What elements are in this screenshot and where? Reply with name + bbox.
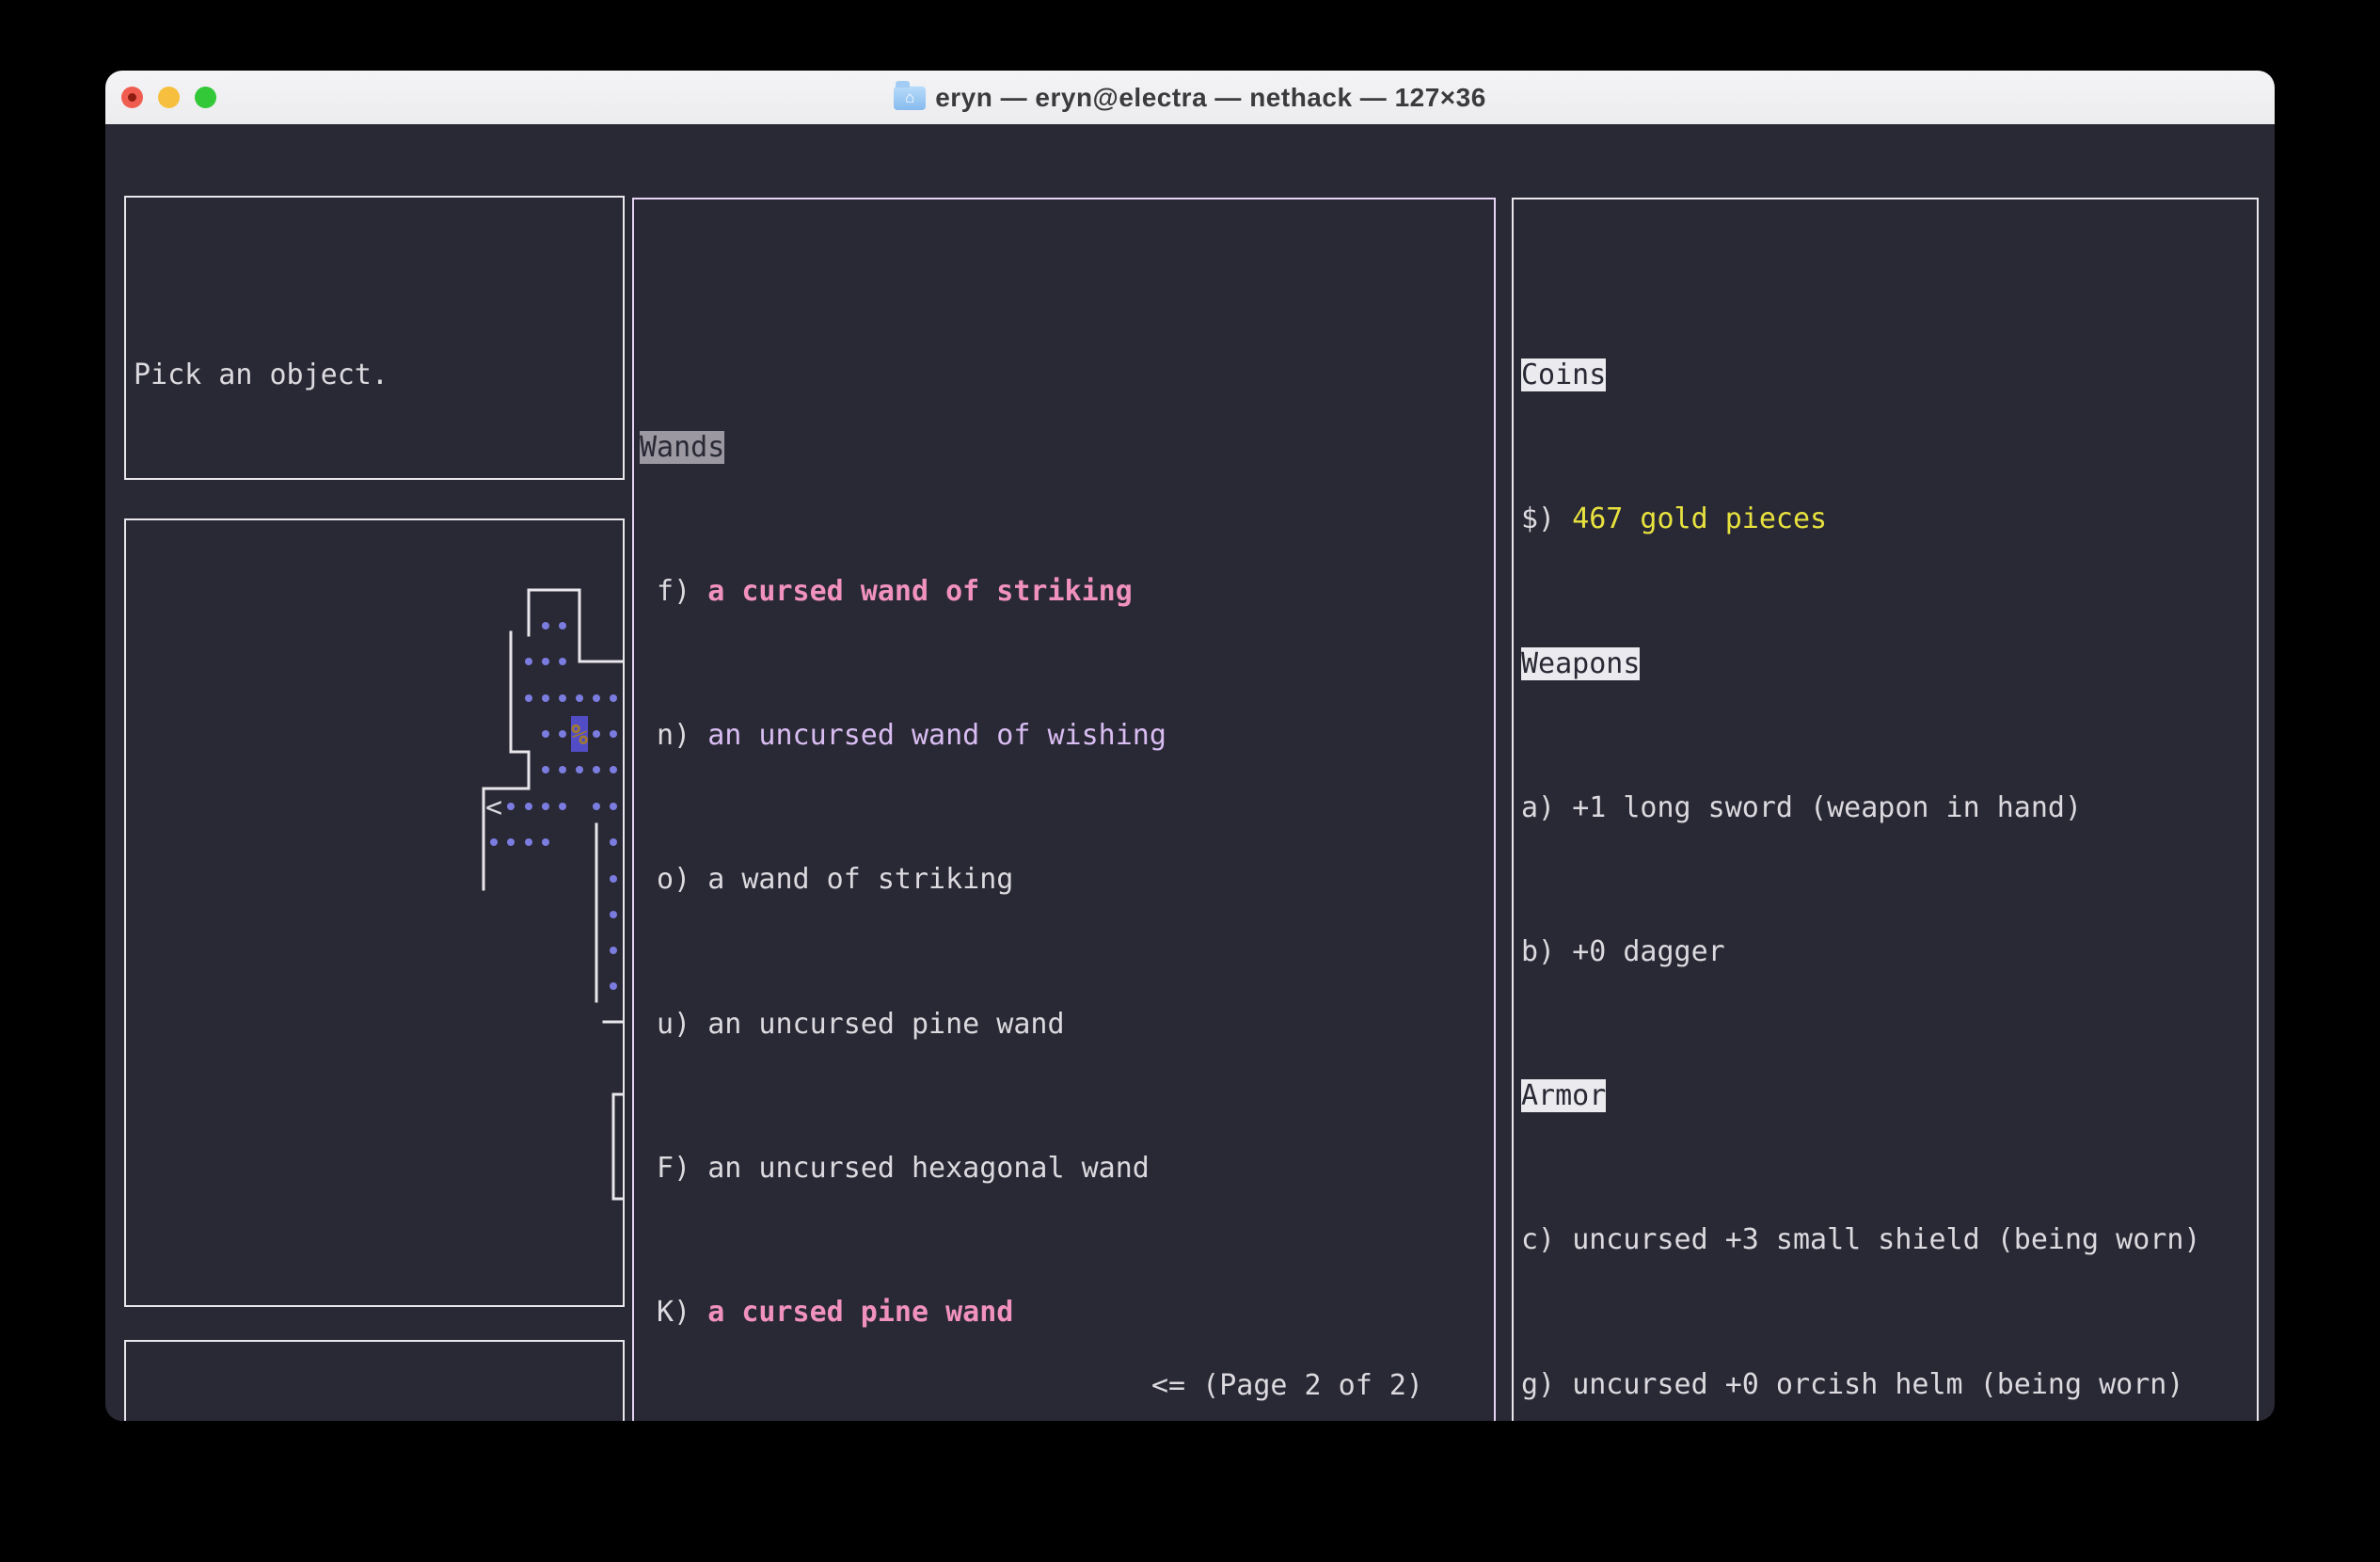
inventory-menu-row[interactable]: Wands — [640, 430, 1494, 466]
dungeon-map: %< — [124, 518, 625, 1307]
window-titlebar[interactable]: eryn — eryn@electra — nethack — 127×36 — [105, 71, 2275, 125]
close-button[interactable] — [121, 87, 143, 108]
item-text: a cursed wand of striking — [707, 575, 1133, 608]
inventory-panel-row[interactable]: g) uncursed +0 orcish helm (being worn) — [1521, 1367, 2257, 1403]
terminal-screen[interactable]: Pick an object. h a humanoid (peaceful P… — [105, 124, 2275, 1421]
inventory-panel-row[interactable]: Coins — [1521, 358, 2257, 393]
item-letter: u) — [640, 1008, 707, 1041]
item-text: 467 gold pieces — [1572, 502, 1827, 535]
inventory-menu-row[interactable]: n) an uncursed wand of wishing — [640, 718, 1494, 754]
inventory-menu-row[interactable]: K) a cursed pine wand — [640, 1295, 1494, 1331]
status-window: [Eryn the Fighter Dlvl:9$:467HP:40(56)Pw… — [124, 1340, 625, 1421]
item-text: uncursed +3 small shield (being worn) — [1572, 1223, 2200, 1256]
stairs-up-glyph: < — [485, 791, 502, 824]
item-text: a wand of striking — [707, 863, 1013, 896]
item-text: Armor — [1521, 1079, 1606, 1112]
inventory-panel-row[interactable]: b) +0 dagger — [1521, 934, 2257, 970]
window-title: eryn — eryn@electra — nethack — 127×36 — [935, 83, 1486, 113]
zoom-button[interactable] — [195, 87, 216, 108]
minimize-button[interactable] — [158, 87, 180, 108]
item-text: +0 dagger — [1572, 935, 1725, 968]
inventory-menu-row[interactable]: o) a wand of striking — [640, 862, 1494, 898]
inventory-panel-row[interactable]: Weapons — [1521, 646, 2257, 682]
item-text: Coins — [1521, 359, 1606, 391]
item-text: a cursed pine wand — [707, 1296, 1013, 1329]
traffic-lights — [121, 71, 216, 124]
item-letter: K) — [640, 1296, 707, 1329]
inventory-menu-row[interactable]: u) an uncursed pine wand — [640, 1007, 1494, 1043]
item-text: Weapons — [1521, 647, 1640, 680]
item-letter: f) — [640, 575, 707, 608]
item-text: an uncursed wand of wishing — [707, 719, 1166, 752]
folder-icon — [894, 86, 926, 110]
item-letter: n) — [640, 719, 707, 752]
inventory-menu-rows: Wands f) a cursed wand of striking n) an… — [640, 286, 1494, 1421]
menu-page-indicator: <= (Page 2 of 2) — [1151, 1368, 1423, 1404]
message-window: Pick an object. h a humanoid (peaceful P… — [124, 196, 625, 480]
item-letter: $) — [1521, 502, 1572, 535]
inventory-panel-row[interactable]: c) uncursed +3 small shield (being worn) — [1521, 1222, 2257, 1258]
item-letter: g) — [1521, 1368, 1572, 1401]
inventory-menu: Wands f) a cursed wand of striking n) an… — [632, 198, 1496, 1421]
message-line: Pick an object. — [134, 358, 623, 393]
inventory-panel: Coins $) 467 gold pieces Weapons a) +1 l… — [1512, 198, 2259, 1421]
item-text: +1 long sword (weapon in hand) — [1572, 791, 2082, 824]
inventory-menu-row[interactable]: F) an uncursed hexagonal wand — [640, 1151, 1494, 1187]
map-window: %< — [124, 518, 625, 1307]
item-text: an uncursed hexagonal wand — [707, 1152, 1150, 1185]
inventory-panel-row[interactable]: $) 467 gold pieces — [1521, 502, 2257, 537]
terminal-window: eryn — eryn@electra — nethack — 127×36 P… — [105, 71, 2275, 1421]
item-letter: o) — [640, 863, 707, 896]
item-letter: b) — [1521, 935, 1572, 968]
item-text: an uncursed pine wand — [707, 1008, 1064, 1041]
item-letter: F) — [640, 1152, 707, 1185]
item-text: Wands — [640, 431, 724, 464]
item-letter: a) — [1521, 791, 1572, 824]
food-glyph: % — [571, 719, 588, 752]
inventory-panel-row[interactable]: a) +1 long sword (weapon in hand) — [1521, 790, 2257, 826]
item-letter: c) — [1521, 1223, 1572, 1256]
item-text: uncursed +0 orcish helm (being worn) — [1572, 1368, 2183, 1401]
inventory-panel-row[interactable]: Armor — [1521, 1078, 2257, 1114]
title-proxy: eryn — eryn@electra — nethack — 127×36 — [894, 83, 1486, 113]
inventory-menu-row[interactable]: f) a cursed wand of striking — [640, 574, 1494, 610]
